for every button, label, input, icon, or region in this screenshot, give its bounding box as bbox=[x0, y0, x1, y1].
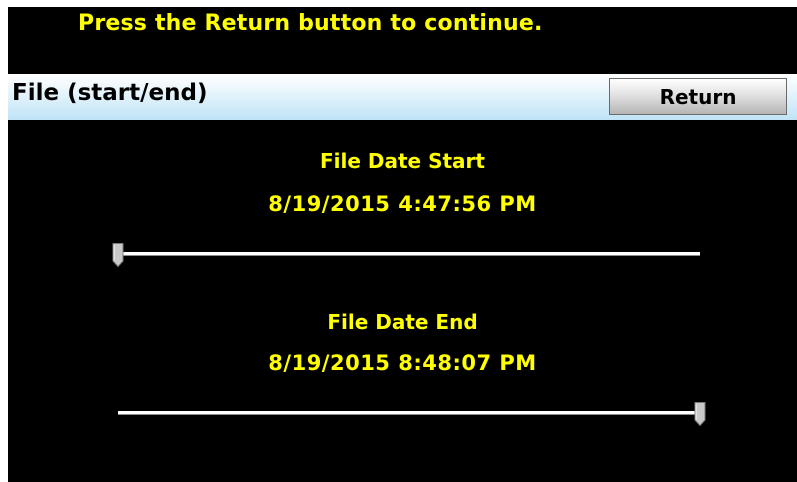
title-bar: File (start/end) Return bbox=[8, 74, 797, 120]
return-button[interactable]: Return bbox=[609, 78, 787, 115]
start-date-title: File Date Start bbox=[320, 149, 485, 173]
end-slider-thumb[interactable] bbox=[694, 402, 706, 426]
start-date-slider[interactable] bbox=[112, 243, 700, 267]
page-title: File (start/end) bbox=[12, 80, 208, 106]
instruction-text: Press the Return button to continue. bbox=[78, 11, 543, 36]
start-slider-track[interactable] bbox=[118, 252, 700, 256]
end-date-value: 8/19/2015 8:48:07 PM bbox=[268, 351, 537, 375]
end-slider-track[interactable] bbox=[118, 411, 700, 415]
screen: Press the Return button to continue. Fil… bbox=[8, 7, 797, 482]
start-slider-thumb[interactable] bbox=[112, 243, 124, 267]
start-date-value: 8/19/2015 4:47:56 PM bbox=[268, 192, 537, 216]
end-date-slider[interactable] bbox=[118, 402, 706, 426]
end-date-title: File Date End bbox=[327, 310, 478, 334]
